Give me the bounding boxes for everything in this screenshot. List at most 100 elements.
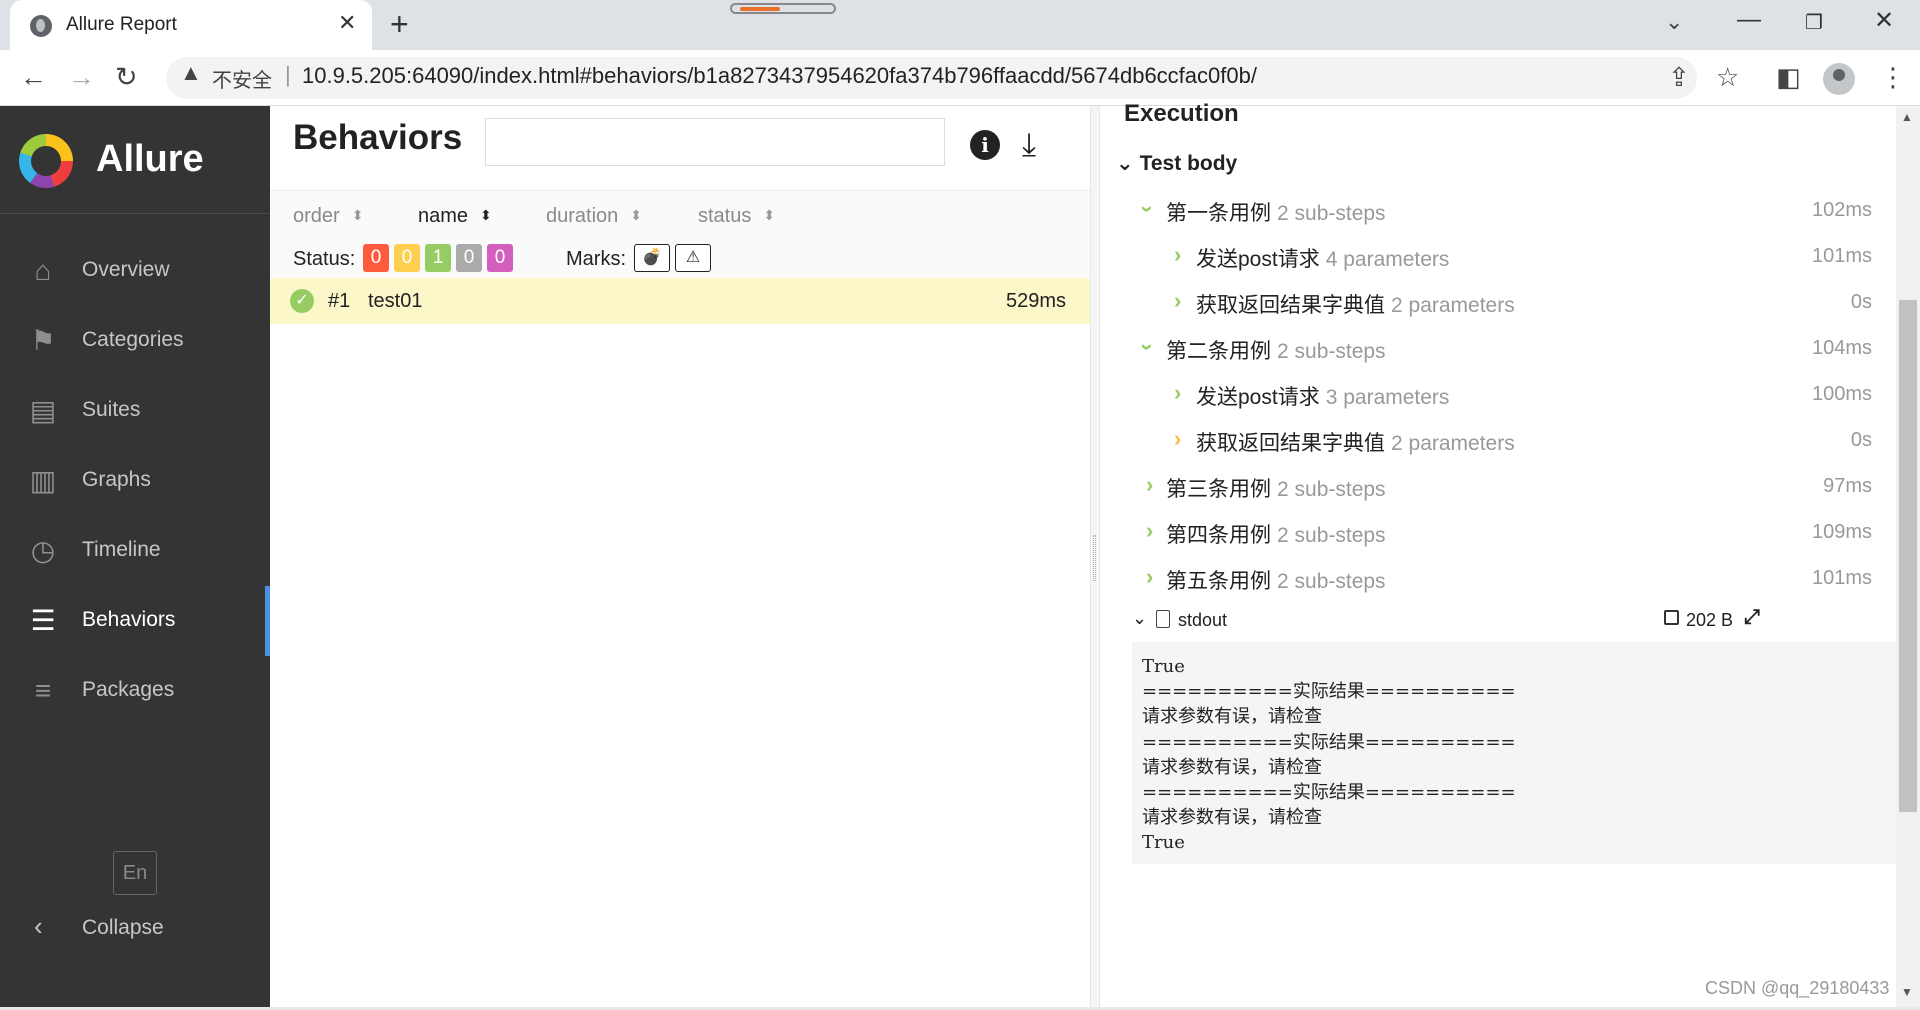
tab-search-icon[interactable]: ⌄ bbox=[1665, 9, 1683, 35]
test-body-toggle[interactable]: ⌄ Test body bbox=[1116, 151, 1237, 176]
new-tab-button[interactable]: + bbox=[390, 6, 409, 43]
restore-icon[interactable]: ❐ bbox=[1805, 10, 1823, 35]
sidebar-item-suites[interactable]: ▤ Suites bbox=[0, 376, 270, 446]
chevron-down-icon: › bbox=[1135, 343, 1161, 351]
bookmark-star-icon[interactable]: ☆ bbox=[1716, 62, 1739, 93]
status-filter-label: Status: bbox=[293, 248, 356, 270]
sidebar-item-label: Overview bbox=[82, 258, 170, 281]
step-duration: 100ms bbox=[1811, 383, 1872, 405]
home-icon: ⌂ bbox=[34, 255, 52, 286]
sort-order[interactable]: order ⬍ bbox=[293, 205, 363, 228]
briefcase-icon: ▤ bbox=[29, 395, 57, 426]
search-input[interactable] bbox=[485, 118, 945, 166]
step-name: 第五条用例 bbox=[1166, 570, 1271, 593]
status-badge-unknown[interactable]: 0 bbox=[487, 244, 513, 272]
step-row[interactable]: › 第一条用例 2 sub-steps 102ms bbox=[1100, 188, 1880, 234]
close-window-icon[interactable]: ✕ bbox=[1874, 6, 1894, 35]
browser-tab-bar: Allure Report ✕ + ⌄ — ❐ ✕ bbox=[0, 0, 1920, 50]
step-name: 第三条用例 bbox=[1166, 478, 1271, 501]
language-button[interactable]: En bbox=[113, 851, 157, 895]
step-row[interactable]: › 第四条用例 2 sub-steps 109ms bbox=[1100, 510, 1880, 556]
profile-avatar[interactable] bbox=[1823, 63, 1855, 95]
side-panel-icon[interactable]: ◧ bbox=[1776, 62, 1801, 93]
status-badge-failed[interactable]: 0 bbox=[363, 244, 389, 272]
sidebar-item-label: Categories bbox=[82, 328, 184, 351]
step-row[interactable]: › 第三条用例 2 sub-steps 97ms bbox=[1100, 464, 1880, 510]
sort-name[interactable]: name ⬍ bbox=[418, 205, 492, 228]
step-duration: 104ms bbox=[1811, 337, 1872, 359]
test-name: test01 bbox=[368, 290, 423, 312]
chevron-right-icon: › bbox=[1174, 242, 1182, 267]
step-meta: 2 sub-steps bbox=[1277, 570, 1386, 593]
step-duration: 97ms bbox=[1823, 475, 1872, 497]
warning-icon[interactable]: ⚠ bbox=[675, 244, 711, 272]
tab-close-icon[interactable]: ✕ bbox=[338, 10, 356, 36]
step-row[interactable]: › 获取返回结果字典值 2 parameters 0s bbox=[1100, 418, 1880, 464]
brand[interactable]: Allure bbox=[0, 106, 270, 214]
sidebar-item-label: Graphs bbox=[82, 468, 151, 491]
step-row[interactable]: › 发送post请求 4 parameters 101ms bbox=[1100, 234, 1880, 280]
status-badge-passed[interactable]: 1 bbox=[425, 244, 451, 272]
resize-handle[interactable] bbox=[1093, 535, 1096, 581]
drag-handle[interactable] bbox=[730, 3, 836, 14]
save-icon[interactable] bbox=[1664, 610, 1679, 625]
test-row[interactable]: ✓ #1 test01 529ms bbox=[270, 278, 1090, 324]
sort-status[interactable]: status ⬍ bbox=[698, 205, 775, 228]
step-row[interactable]: › 发送post请求 3 parameters 100ms bbox=[1100, 372, 1880, 418]
chevron-right-icon: › bbox=[1146, 564, 1154, 589]
attachment-row[interactable]: ⌄ stdout 202 B ⤢ bbox=[1124, 606, 1880, 636]
scroll-up-icon[interactable]: ▲ bbox=[1901, 110, 1913, 124]
warning-icon[interactable]: ▲ bbox=[180, 60, 202, 86]
status-badge-skipped[interactable]: 0 bbox=[456, 244, 482, 272]
omnibox-separator: | bbox=[285, 62, 291, 87]
scroll-down-icon[interactable]: ▼ bbox=[1901, 985, 1913, 999]
step-name: 第四条用例 bbox=[1166, 524, 1271, 547]
chevron-right-icon: › bbox=[1174, 288, 1182, 313]
bomb-icon[interactable]: 💣 bbox=[634, 244, 670, 272]
forward-icon[interactable]: → bbox=[68, 62, 95, 93]
step-name: 第二条用例 bbox=[1166, 340, 1271, 363]
minimize-icon[interactable]: — bbox=[1737, 6, 1761, 34]
share-icon[interactable]: ⇪ bbox=[1668, 62, 1690, 93]
sort-icon: ⬍ bbox=[480, 207, 492, 223]
step-row[interactable]: › 第五条用例 2 sub-steps 101ms bbox=[1100, 556, 1880, 602]
url-text[interactable]: 10.9.5.205:64090/index.html#behaviors/b1… bbox=[302, 63, 1257, 89]
step-row[interactable]: › 获取返回结果字典值 2 parameters 0s bbox=[1100, 280, 1880, 326]
step-row[interactable]: › 第二条用例 2 sub-steps 104ms bbox=[1100, 326, 1880, 372]
list-icon: ☰ bbox=[30, 605, 56, 636]
globe-icon bbox=[30, 15, 52, 37]
scrollbar-thumb[interactable] bbox=[1899, 300, 1917, 812]
test-body-label: Test body bbox=[1139, 152, 1238, 175]
step-name: 获取返回结果字典值 bbox=[1196, 432, 1385, 455]
chevron-left-icon[interactable]: ‹ bbox=[34, 911, 43, 942]
step-name: 发送post请求 bbox=[1196, 248, 1320, 271]
collapse-button[interactable]: Collapse bbox=[82, 916, 164, 940]
sort-icon: ⬍ bbox=[763, 207, 776, 223]
chevron-right-icon: › bbox=[1174, 380, 1182, 405]
browser-tab[interactable]: Allure Report ✕ bbox=[10, 0, 372, 50]
sidebar-item-categories[interactable]: ⚑ Categories bbox=[0, 306, 270, 376]
menu-kebab-icon[interactable]: ⋮ bbox=[1880, 62, 1906, 93]
sidebar-item-label: Timeline bbox=[82, 538, 161, 561]
chevron-right-icon: › bbox=[1146, 472, 1154, 497]
insecure-label[interactable]: 不安全 bbox=[212, 64, 272, 93]
attachment-content: True ==========实际结果========== 请求参数有误，请检查… bbox=[1132, 642, 1896, 864]
watermark: CSDN @qq_29180433 bbox=[1705, 978, 1890, 998]
sidebar-item-timeline[interactable]: ◷ Timeline bbox=[0, 516, 270, 586]
sort-duration[interactable]: duration ⬍ bbox=[546, 205, 642, 228]
sidebar-item-packages[interactable]: ≡ Packages bbox=[0, 656, 270, 726]
chevron-down-icon: ⌄ bbox=[1132, 608, 1148, 628]
sidebar-item-behaviors[interactable]: ☰ Behaviors bbox=[0, 586, 270, 656]
reload-icon[interactable]: ↻ bbox=[115, 62, 138, 93]
test-duration: 529ms bbox=[1005, 290, 1066, 312]
sidebar-item-overview[interactable]: ⌂ Overview bbox=[0, 236, 270, 306]
info-icon[interactable]: i bbox=[970, 130, 1000, 160]
step-meta: 2 sub-steps bbox=[1277, 340, 1386, 363]
expand-icon[interactable]: ⤢ bbox=[1744, 606, 1760, 629]
behaviors-pane: Behaviors i ⤓ order ⬍ name ⬍ duration ⬍ sta… bbox=[270, 106, 1090, 1010]
chevron-right-icon: › bbox=[1146, 518, 1154, 543]
download-icon[interactable]: ⤓ bbox=[1022, 126, 1036, 164]
status-badge-broken[interactable]: 0 bbox=[394, 244, 420, 272]
back-icon[interactable]: ← bbox=[20, 62, 47, 93]
sidebar-item-graphs[interactable]: ▥ Graphs bbox=[0, 446, 270, 516]
